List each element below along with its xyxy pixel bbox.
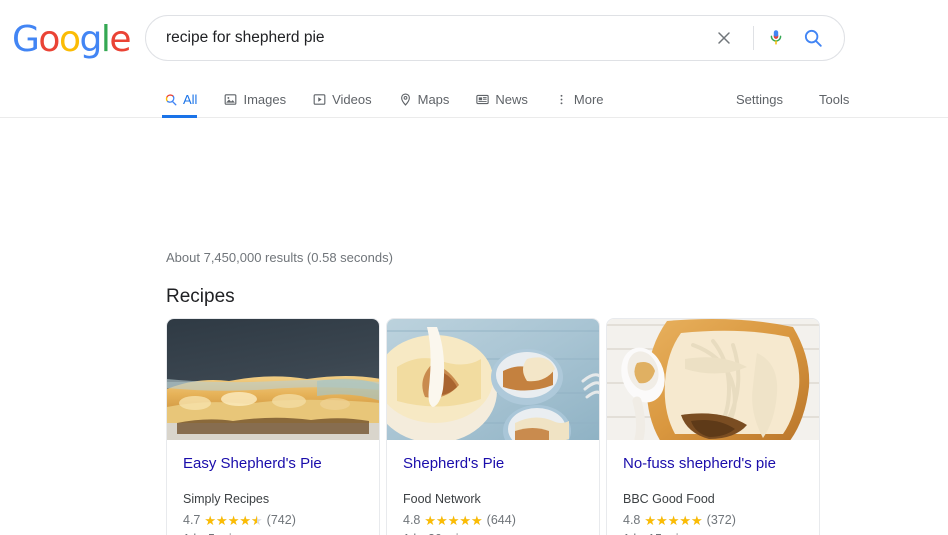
tab-maps-label: Maps (417, 91, 450, 107)
image-icon (223, 92, 238, 107)
logo-letter-e: e (109, 19, 131, 60)
result-stats: About 7,450,000 results (0.58 seconds) (166, 250, 393, 265)
tab-videos-label: Videos (332, 91, 372, 107)
search-icon (163, 92, 178, 107)
tab-all[interactable]: All (161, 80, 198, 118)
tab-images[interactable]: Images (223, 80, 286, 118)
search-submit-icon[interactable] (796, 23, 830, 53)
recipe-time: 1 hr 5 min (183, 531, 363, 535)
close-icon[interactable] (709, 23, 739, 53)
microphone-icon[interactable] (762, 23, 790, 53)
tab-maps[interactable]: Maps (398, 80, 450, 118)
recipe-image (607, 319, 819, 440)
star-rating-icon: ★★★★★ ★★★★★ (424, 512, 483, 528)
tools-label: Tools (818, 91, 850, 107)
search-nav-right: Settings Tools (700, 80, 849, 118)
page-title: Recipes (166, 286, 235, 307)
tools-button[interactable]: Tools (819, 80, 849, 118)
rating-value: 4.8 (623, 513, 641, 527)
tab-news[interactable]: News (475, 80, 528, 118)
recipe-title[interactable]: Easy Shepherd's Pie (183, 454, 363, 473)
recipe-source: Simply Recipes (183, 492, 270, 506)
logo-letter-o1: o (38, 19, 60, 60)
logo-letter-g1: G (12, 19, 40, 60)
settings-label: Settings (736, 91, 783, 107)
recipe-title[interactable]: Shepherd's Pie (403, 454, 583, 473)
settings-button[interactable]: Settings (736, 80, 783, 118)
recipe-card[interactable]: Easy Shepherd's Pie Simply Recipes 4.7 ★… (166, 318, 380, 535)
tab-videos[interactable]: Videos (312, 80, 372, 118)
recipe-card[interactable]: No-fuss shepherd's pie BBC Good Food 4.8… (606, 318, 820, 535)
tab-more[interactable]: More (554, 80, 604, 118)
recipe-rating: 4.7 ★★★★★ ★★★★★ (742) (183, 513, 363, 528)
recipe-card[interactable]: Shepherd's Pie Food Network 4.8 ★★★★★ ★★… (386, 318, 600, 535)
star-rating-icon: ★★★★★ ★★★★★ (204, 512, 263, 528)
review-count: (644) (486, 513, 516, 527)
review-count: (742) (266, 513, 296, 527)
search-divider (753, 26, 754, 50)
search-header: Google recipe for shepherd pie All Image… (0, 0, 948, 118)
recipe-image (387, 319, 599, 440)
logo-letter-o2: o (58, 19, 81, 60)
google-logo[interactable]: Google (12, 19, 131, 60)
review-count: (372) (706, 513, 736, 527)
recipe-title[interactable]: No-fuss shepherd's pie (623, 454, 803, 473)
news-icon (475, 92, 490, 107)
recipe-image (167, 319, 379, 440)
star-rating-icon: ★★★★★ ★★★★★ (644, 512, 703, 528)
more-vertical-icon (554, 92, 569, 107)
recipe-card-body: Easy Shepherd's Pie Simply Recipes 4.7 ★… (167, 440, 379, 535)
tab-all-label: All (183, 91, 198, 107)
rating-value: 4.8 (403, 513, 421, 527)
logo-letter-g2: g (79, 19, 102, 60)
tab-more-label: More (573, 91, 604, 107)
recipe-time: 1 hr 30 min (403, 531, 583, 535)
recipe-source: Food Network (403, 492, 481, 506)
search-nav-tabs: All Images Videos Maps News More (161, 80, 630, 118)
tab-news-label: News (495, 91, 528, 107)
logo-letter-l: l (100, 19, 111, 60)
search-box[interactable] (145, 15, 845, 61)
recipe-source: BBC Good Food (623, 492, 715, 506)
recipe-rating: 4.8 ★★★★★ ★★★★★ (372) (623, 513, 803, 528)
recipe-time: 1 hr 15 min (623, 531, 803, 535)
recipe-card-body: No-fuss shepherd's pie BBC Good Food 4.8… (607, 440, 819, 535)
recipe-rating: 4.8 ★★★★★ ★★★★★ (644) (403, 513, 583, 528)
map-pin-icon (398, 92, 413, 107)
search-input[interactable] (166, 29, 709, 47)
rating-value: 4.7 (183, 513, 201, 527)
recipe-card-body: Shepherd's Pie Food Network 4.8 ★★★★★ ★★… (387, 440, 599, 535)
recipe-card-list: Easy Shepherd's Pie Simply Recipes 4.7 ★… (166, 318, 820, 535)
tab-images-label: Images (243, 91, 287, 107)
video-icon (312, 92, 327, 107)
